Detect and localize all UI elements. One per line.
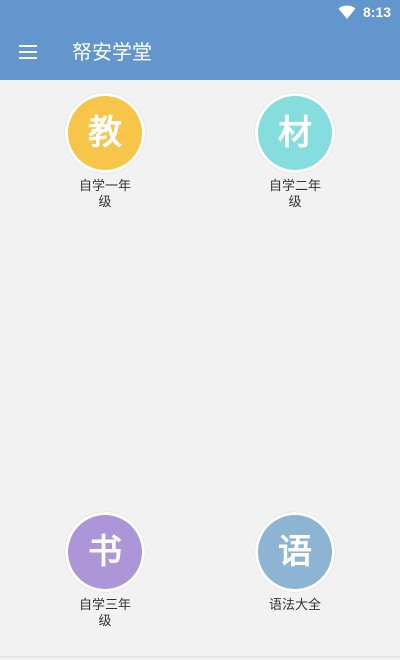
tile-grade-one[interactable]: 教 自学一年级 [25,93,185,223]
tile-label: 自学一年级 [78,179,131,210]
cai-character-icon: 材 [258,96,332,170]
tile-label: 语法大全 [268,598,321,613]
hamburger-menu-icon[interactable] [10,34,46,70]
tile-icon-ring: 书 [65,512,145,592]
tile-grade-two[interactable]: 材 自学二年级 [215,93,375,223]
jiao-character-icon: 教 [68,96,142,170]
status-bar: 8:13 [0,0,400,24]
app-toolbar: 帑安学堂 [0,24,400,80]
shu-character-icon: 书 [68,515,142,589]
status-time: 8:13 [363,4,392,20]
tile-grammar[interactable]: 语 语法大全 [215,512,375,642]
app-title: 帑安学堂 [72,40,152,64]
tile-icon-ring: 教 [65,93,145,173]
tile-label: 自学二年级 [268,179,321,210]
tile-grade-three[interactable]: 书 自学三年级 [25,512,185,642]
bottom-divider [0,656,400,658]
yu-character-icon: 语 [258,515,332,589]
wifi-icon [338,5,356,19]
tile-label: 自学三年级 [78,598,131,629]
tile-icon-ring: 语 [255,512,335,592]
tile-icon-ring: 材 [255,93,335,173]
